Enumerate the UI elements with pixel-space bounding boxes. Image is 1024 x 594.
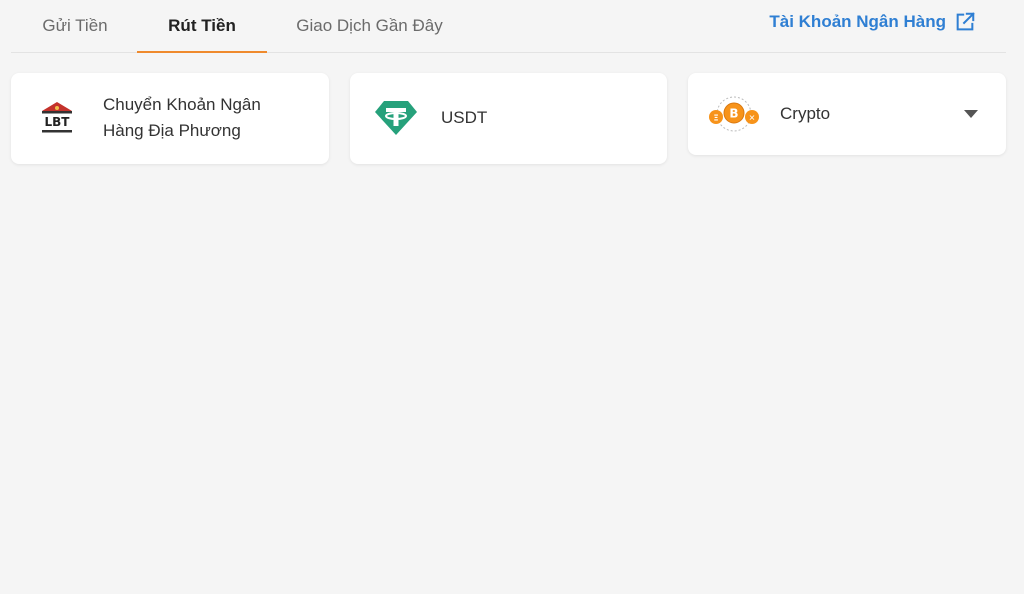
- lbt-text: LBT: [45, 115, 71, 129]
- bank-account-link[interactable]: Tài Khoản Ngân Hàng: [769, 0, 976, 44]
- tab-deposit[interactable]: Gửi Tiền: [23, 0, 127, 52]
- method-usdt[interactable]: USDT: [350, 73, 667, 164]
- lbt-bank-icon: LBT: [39, 99, 75, 135]
- withdraw-page: Gửi Tiền Rút Tiền Giao Dịch Gần Đây Tài …: [0, 0, 1024, 594]
- tether-icon: [374, 99, 418, 137]
- svg-text:B: B: [729, 107, 738, 121]
- tab-withdraw[interactable]: Rút Tiền: [137, 0, 267, 53]
- chevron-down-icon[interactable]: [964, 110, 978, 118]
- svg-text:✕: ✕: [749, 114, 756, 123]
- external-link-icon: [956, 12, 975, 31]
- tab-bar: Gửi Tiền Rút Tiền Giao Dịch Gần Đây Tài …: [11, 0, 1006, 53]
- method-label: Crypto: [780, 104, 831, 123]
- svg-text:Ξ: Ξ: [713, 114, 718, 123]
- method-crypto-dropdown[interactable]: Ξ ✕ B Crypto: [688, 73, 1006, 155]
- method-label: USDT: [441, 108, 488, 127]
- crypto-coins-icon: Ξ ✕ B: [706, 93, 762, 135]
- method-local-bank-transfer[interactable]: LBT Chuyển Khoản Ngân Hàng Địa Phương: [11, 73, 329, 164]
- tab-recent-transactions[interactable]: Giao Dịch Gần Đây: [287, 0, 452, 52]
- bank-account-link-label: Tài Khoản Ngân Hàng: [769, 12, 946, 31]
- method-label: Chuyển Khoản Ngân Hàng Địa Phương: [103, 95, 261, 140]
